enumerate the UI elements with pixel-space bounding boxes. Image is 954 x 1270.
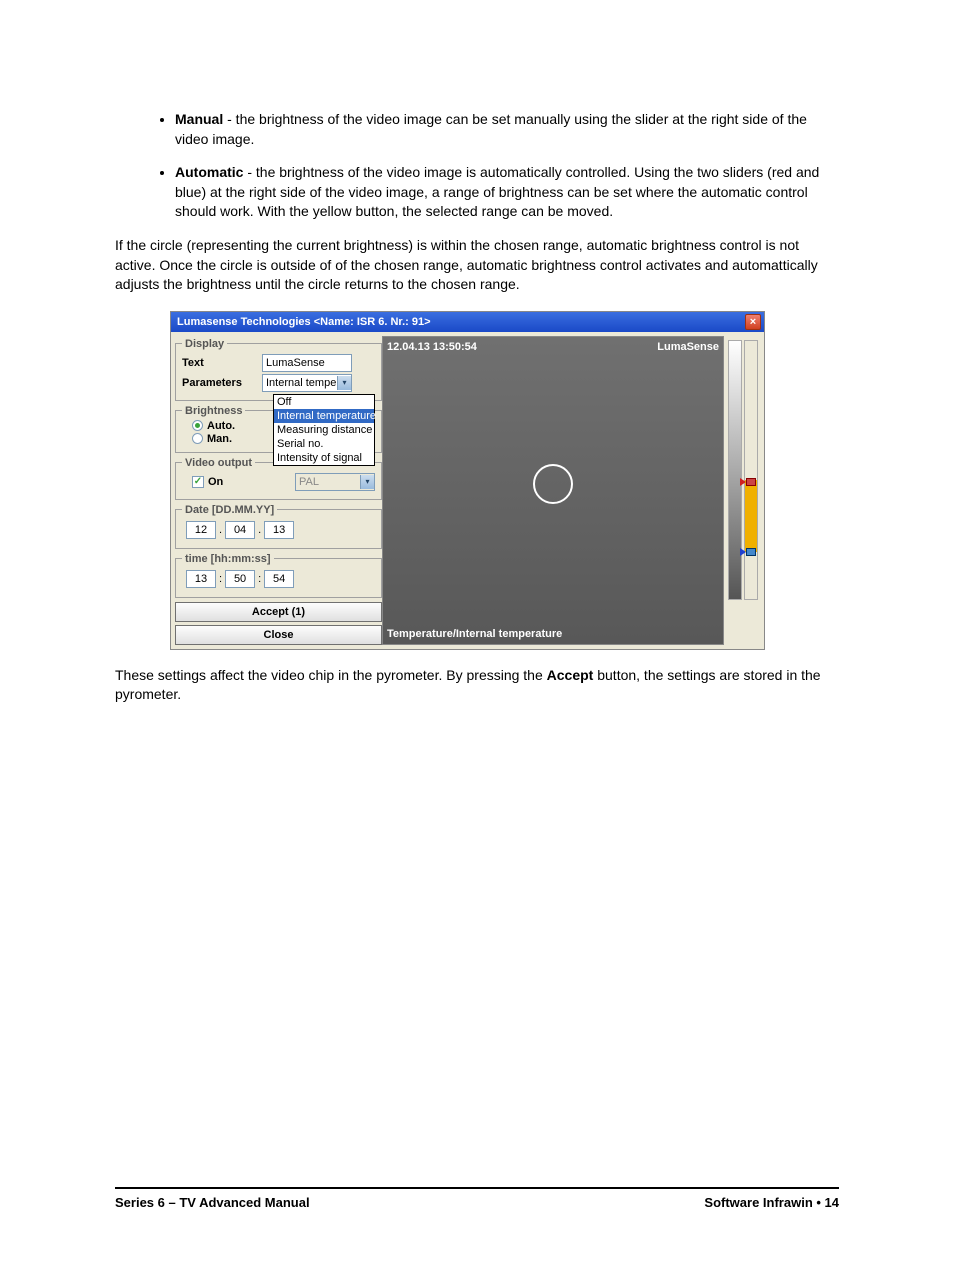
chevron-down-icon: ▾ [360,475,374,489]
video-std-combo: PAL ▾ [295,473,375,491]
label-parameters: Parameters [182,377,262,389]
date-year[interactable]: 13 [264,521,294,539]
dropdown-opt-measuring-distance[interactable]: Measuring distance [274,423,374,437]
dropdown-opt-serial-no[interactable]: Serial no. [274,437,374,451]
video-preview: 12.04.13 13:50:54 LumaSense Temperature/… [382,336,724,645]
para2-bold: Accept [547,667,594,683]
dropdown-opt-off[interactable]: Off [274,395,374,409]
app-window: Lumasense Technologies <Name: ISR 6. Nr.… [170,311,765,650]
time-sec[interactable]: 54 [264,570,294,588]
label-text: Text [182,357,262,369]
time-min[interactable]: 50 [225,570,255,588]
parameters-dropdown[interactable]: Off Internal temperature Measuring dista… [273,394,375,466]
para2-a: These settings affect the video chip in … [115,667,547,683]
preview-bottom-text: Temperature/Internal temperature [387,628,562,640]
bullet-manual: Manual - the brightness of the video ima… [175,110,839,149]
parameters-combo-value: Internal tempe [266,377,336,389]
accept-button[interactable]: Accept (1) [175,602,382,622]
group-date-legend: Date [DD.MM.YY] [182,504,277,516]
radio-man-label: Man. [207,433,232,445]
footer-left: Series 6 – TV Advanced Manual [115,1195,310,1210]
group-video-output-legend: Video output [182,457,255,469]
parameters-combo[interactable]: Internal tempe ▾ [262,374,352,392]
group-display: Display Text Parameters Internal tempe ▾ [175,338,382,401]
group-date: Date [DD.MM.YY] 12 . 04 . 13 [175,504,382,549]
slider-handle-red[interactable] [740,477,762,486]
preview-brand: LumaSense [657,341,719,353]
date-day[interactable]: 12 [186,521,216,539]
brightness-circle [533,464,573,504]
checkbox-on[interactable]: ✓ On [192,476,223,488]
close-button[interactable]: Close [175,625,382,645]
group-time: time [hh:mm:ss] 13 : 50 : 54 [175,553,382,598]
bullet-list: Manual - the brightness of the video ima… [115,110,839,222]
footer-right: Software Infrawin • 14 [704,1195,839,1210]
text-input[interactable] [262,354,352,372]
group-brightness-legend: Brightness [182,405,245,417]
close-icon[interactable]: × [745,314,761,330]
time-hour[interactable]: 13 [186,570,216,588]
group-display-legend: Display [182,338,227,350]
radio-auto-label: Auto. [207,420,235,432]
dropdown-opt-internal-temp[interactable]: Internal temperature [274,409,374,423]
document-page: Manual - the brightness of the video ima… [0,0,954,1270]
bullet-auto-text: - the brightness of the video image is a… [175,164,819,219]
date-month[interactable]: 04 [225,521,255,539]
window-title: Lumasense Technologies <Name: ISR 6. Nr.… [177,316,431,328]
bullet-manual-text: - the brightness of the video image can … [175,111,807,147]
slider-handle-blue[interactable] [740,547,762,556]
titlebar: Lumasense Technologies <Name: ISR 6. Nr.… [171,312,764,332]
preview-datetime: 12.04.13 13:50:54 [387,341,477,353]
brightness-sliders [728,340,758,641]
paragraph-range: If the circle (representing the current … [115,236,839,295]
bullet-auto-label: Automatic [175,164,243,180]
yellow-zone[interactable] [745,480,757,552]
group-time-legend: time [hh:mm:ss] [182,553,274,565]
video-std-value: PAL [299,476,319,488]
dropdown-opt-intensity[interactable]: Intensity of signal [274,451,374,465]
chevron-down-icon: ▾ [337,376,351,390]
bullet-automatic: Automatic - the brightness of the video … [175,163,839,222]
paragraph-accept: These settings affect the video chip in … [115,666,839,705]
bullet-manual-label: Manual [175,111,223,127]
slider-gray[interactable] [728,340,742,600]
checkbox-on-label: On [208,476,223,488]
page-footer: Series 6 – TV Advanced Manual Software I… [115,1187,839,1210]
slider-yellow[interactable] [744,340,758,600]
